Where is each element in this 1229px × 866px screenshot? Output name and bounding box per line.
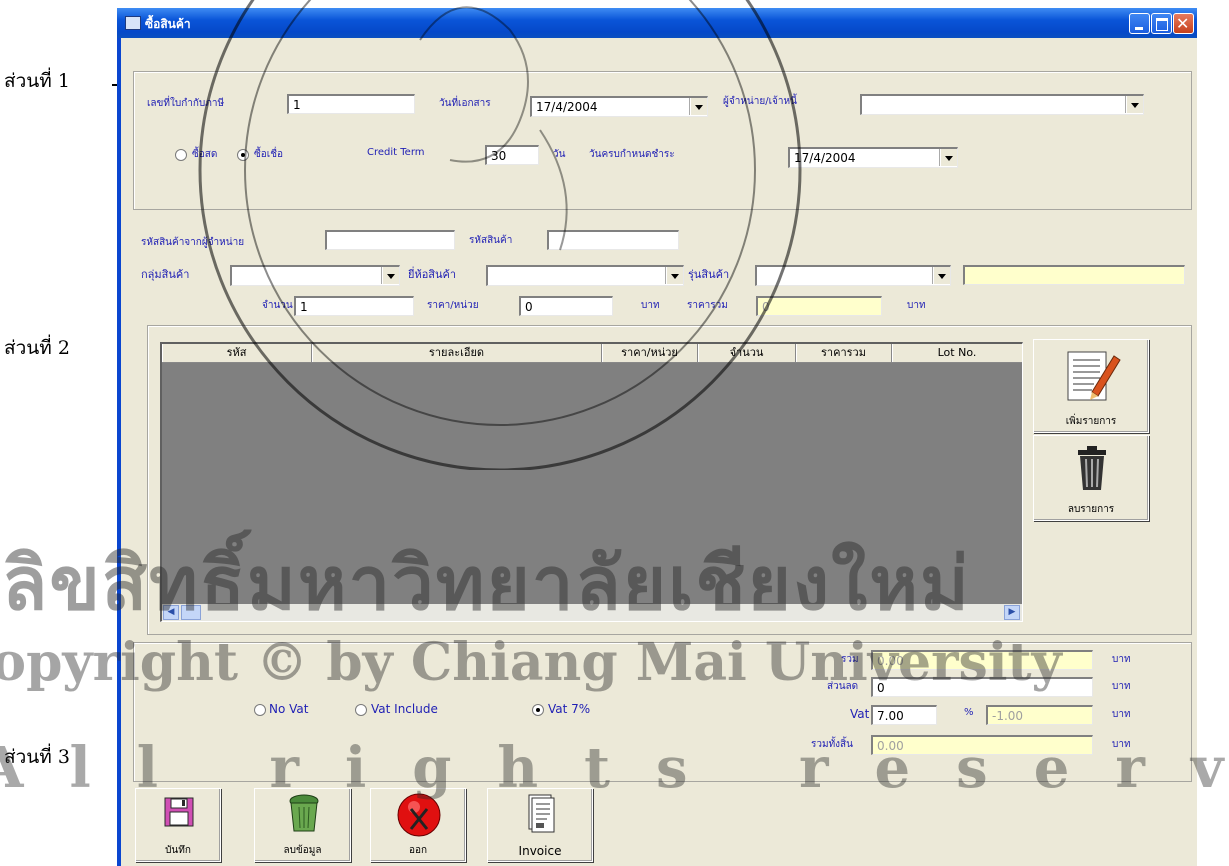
grand-total-field: 0.00: [871, 735, 1093, 755]
vat-7-radio[interactable]: [532, 704, 544, 716]
maximize-button[interactable]: [1151, 13, 1172, 34]
clear-data-label: ลบข้อมูล: [283, 845, 322, 856]
callout-section-1: ส่วนที่ 1: [4, 70, 70, 92]
discount-label: ส่วนลด: [827, 681, 859, 692]
grid-horizontal-scrollbar[interactable]: ◀ ▶: [162, 604, 1022, 621]
save-label: บันทึก: [165, 845, 191, 856]
invoice-icon: [528, 794, 555, 833]
callout-section-2: ส่วนที่ 2: [4, 337, 70, 359]
sum-field: 0.00: [871, 650, 1093, 670]
invoice-button[interactable]: Invoice: [487, 788, 593, 862]
discount-input[interactable]: 0: [871, 677, 1093, 697]
close-button[interactable]: ✕: [1173, 13, 1194, 34]
vat-label: Vat: [850, 707, 870, 721]
scroll-right-icon[interactable]: ▶: [1004, 605, 1020, 620]
scroll-left-icon[interactable]: ◀: [163, 605, 179, 620]
save-button[interactable]: บันทึก: [135, 788, 221, 862]
add-item-label: เพิ่มรายการ: [1065, 416, 1117, 427]
invoice-label: Invoice: [518, 844, 562, 858]
vat-rate-input[interactable]: 7.00: [871, 705, 937, 725]
scroll-thumb[interactable]: [181, 605, 201, 620]
grand-total-label: รวมทั้งสิ้น: [811, 739, 853, 750]
floppy-disk-icon: [164, 797, 194, 827]
line-total-baht: บาท: [907, 300, 926, 311]
grand-total-baht: บาท: [1112, 739, 1131, 750]
sum-label: รวม: [841, 654, 859, 665]
model-description-field: [963, 265, 1185, 285]
document-edit-icon: [1067, 351, 1121, 401]
no-vat-radio[interactable]: [254, 704, 266, 716]
clear-data-button[interactable]: ลบข้อมูล: [254, 788, 351, 862]
chevron-down-icon[interactable]: [1126, 96, 1143, 113]
sum-baht: บาท: [1112, 654, 1131, 665]
callout-section-3: ส่วนที่ 3: [4, 746, 70, 768]
exit-button[interactable]: ออก: [370, 788, 466, 862]
column-header-lot-no[interactable]: Lot No.: [892, 344, 1022, 362]
vat-amount-field: -1.00: [986, 705, 1093, 725]
recycle-bin-icon: [289, 794, 319, 832]
trash-icon: [1078, 446, 1106, 490]
vat-baht: บาท: [1112, 709, 1131, 720]
vat-include-radio[interactable]: [355, 704, 367, 716]
chevron-down-icon[interactable]: [940, 149, 957, 166]
discount-baht: บาท: [1112, 681, 1131, 692]
supplier-select[interactable]: [860, 94, 1144, 115]
vat-include-label: Vat Include: [371, 702, 438, 716]
exit-icon: [397, 793, 441, 837]
chevron-down-icon[interactable]: [933, 267, 950, 284]
vat-7-label: Vat 7%: [548, 702, 591, 716]
vat-percent: %: [964, 707, 974, 718]
add-item-button[interactable]: เพิ่มรายการ: [1033, 339, 1149, 433]
delete-item-button[interactable]: ลบรายการ: [1033, 435, 1149, 521]
delete-item-label: ลบรายการ: [1067, 504, 1115, 515]
no-vat-label: No Vat: [269, 702, 309, 716]
minimize-button[interactable]: [1129, 13, 1150, 34]
exit-label: ออก: [408, 845, 428, 856]
university-seal-watermark: [198, 0, 802, 470]
